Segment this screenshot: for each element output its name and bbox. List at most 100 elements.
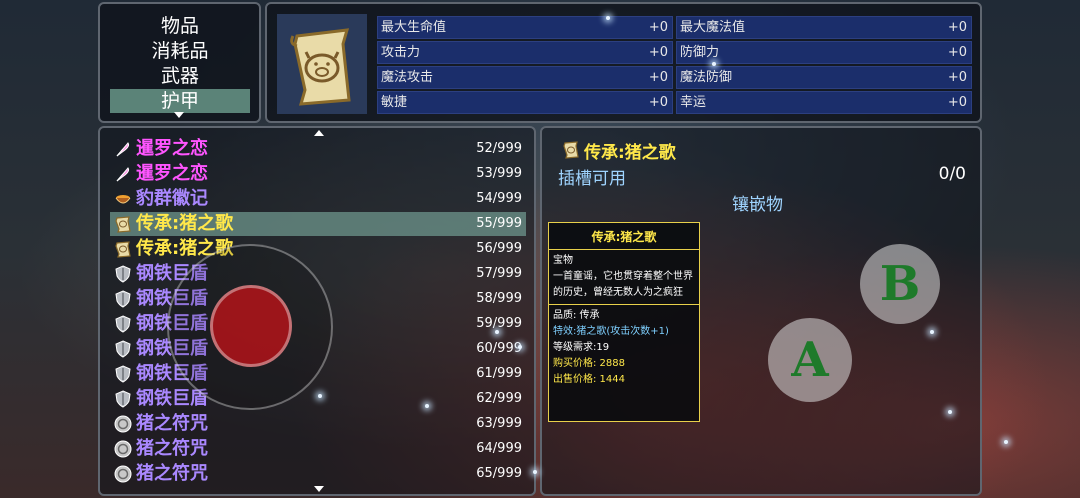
item-quantity: 55/999 <box>476 216 522 231</box>
stat-value: +0 <box>947 95 967 110</box>
item-quantity: 59/999 <box>476 316 522 331</box>
bowl-icon <box>114 190 132 208</box>
stat-value: +0 <box>947 45 967 60</box>
stat-label: 魔法攻击 <box>381 70 434 85</box>
item-quantity: 56/999 <box>476 241 522 256</box>
socket-count: 0/0 <box>938 164 966 184</box>
sparkle <box>518 345 522 349</box>
shield-icon <box>114 265 132 283</box>
item-name: 暹罗之恋 <box>136 163 208 184</box>
item-quantity: 58/999 <box>476 291 522 306</box>
tooltip-quality: 品质: 传承 <box>553 310 600 321</box>
stat-magic-defense: 魔法防御 +0 <box>676 66 972 89</box>
tooltip-sell-price: 出售价格: 1444 <box>553 374 625 385</box>
sparkle <box>948 410 952 414</box>
sparkle <box>318 394 322 398</box>
shield-icon <box>114 315 132 333</box>
sparkle <box>606 16 610 20</box>
item-row[interactable]: 钢铁巨盾 62/999 <box>110 387 526 411</box>
coin-icon <box>114 415 132 433</box>
list-scroll-up-icon[interactable] <box>314 130 324 136</box>
inlay-label: 镶嵌物 <box>732 195 783 215</box>
tooltip-description: 一首童谣，它也贯穿着整个世界的历史，曾经无数人为之疯狂 <box>553 271 693 298</box>
item-row[interactable]: 猪之符咒 65/999 <box>110 462 526 486</box>
item-quantity: 65/999 <box>476 466 522 481</box>
stat-value: +0 <box>648 95 668 110</box>
stat-label: 最大生命值 <box>381 20 447 35</box>
item-tooltip: 传承:猪之歌 宝物 一首童谣，它也贯穿着整个世界的历史，曾经无数人为之疯狂 品质… <box>548 222 700 422</box>
stat-max-mp: 最大魔法值 +0 <box>676 16 972 39</box>
stat-magic-attack: 魔法攻击 +0 <box>377 66 673 89</box>
category-armor[interactable]: 护甲 <box>110 89 250 113</box>
tooltip-level-requirement: 等级需求:19 <box>553 342 610 353</box>
category-scroll-down-icon[interactable] <box>174 112 184 118</box>
socket-available-label: 插槽可用 <box>558 169 626 189</box>
item-quantity: 61/999 <box>476 366 522 381</box>
scroll-icon <box>114 240 132 258</box>
item-quantity: 53/999 <box>476 166 522 181</box>
feather-icon <box>114 165 132 183</box>
stats-panel: 最大生命值 +0 攻击力 +0 魔法攻击 +0 敏捷 +0 最大魔法值 +0 防… <box>265 2 982 123</box>
stat-defense: 防御力 +0 <box>676 41 972 64</box>
coin-icon <box>114 440 132 458</box>
item-name: 猪之符咒 <box>136 438 208 459</box>
stat-label: 敏捷 <box>381 95 408 110</box>
stat-value: +0 <box>947 70 967 85</box>
tooltip-buy-price: 购买价格: 2888 <box>553 358 625 369</box>
a-button[interactable]: A <box>768 318 852 402</box>
item-row[interactable]: 暹罗之恋 53/999 <box>110 162 526 186</box>
feather-icon <box>114 140 132 158</box>
category-items[interactable]: 物品 <box>110 14 250 38</box>
scroll-icon <box>562 140 580 160</box>
sparkle <box>930 330 934 334</box>
stat-label: 攻击力 <box>381 45 421 60</box>
sparkle <box>712 62 716 66</box>
item-name: 传承:猪之歌 <box>136 213 234 234</box>
stat-label: 防御力 <box>680 45 720 60</box>
item-quantity: 60/999 <box>476 341 522 356</box>
item-name: 暹罗之恋 <box>136 138 208 159</box>
item-row[interactable]: 猪之符咒 63/999 <box>110 412 526 436</box>
item-row[interactable]: 传承:猪之歌 56/999 <box>110 237 526 261</box>
item-quantity: 63/999 <box>476 416 522 431</box>
stat-value: +0 <box>947 20 967 35</box>
tooltip-effect: 特效:猪之歌(攻击次数+1) <box>553 326 669 337</box>
tooltip-title: 传承:猪之歌 <box>591 230 657 244</box>
tooltip-divider <box>549 304 699 305</box>
scroll-icon <box>114 215 132 233</box>
item-row[interactable]: 传承:猪之歌 55/999 <box>110 212 526 236</box>
stat-agility: 敏捷 +0 <box>377 91 673 114</box>
item-row[interactable]: 豹群徽记 54/999 <box>110 187 526 211</box>
shield-icon <box>114 390 132 408</box>
sparkle <box>533 470 537 474</box>
category-weapons[interactable]: 武器 <box>110 64 250 88</box>
sparkle <box>425 404 429 408</box>
item-name: 豹群徽记 <box>136 188 208 209</box>
stat-label: 魔法防御 <box>680 70 733 85</box>
item-name: 猪之符咒 <box>136 413 208 434</box>
item-quantity: 54/999 <box>476 191 522 206</box>
item-quantity: 57/999 <box>476 266 522 281</box>
tooltip-type: 宝物 <box>553 255 573 266</box>
item-scroll-icon <box>277 14 367 114</box>
coin-icon <box>114 465 132 483</box>
stat-value: +0 <box>648 20 668 35</box>
joystick-knob[interactable] <box>210 285 292 367</box>
stat-value: +0 <box>648 70 668 85</box>
stat-value: +0 <box>648 45 668 60</box>
item-row[interactable]: 暹罗之恋 52/999 <box>110 137 526 161</box>
b-button[interactable]: B <box>860 244 940 324</box>
stat-label: 最大魔法值 <box>680 20 746 35</box>
item-quantity: 64/999 <box>476 441 522 456</box>
tooltip-divider <box>549 249 699 250</box>
stat-max-hp: 最大生命值 +0 <box>377 16 673 39</box>
item-quantity: 52/999 <box>476 141 522 156</box>
item-row[interactable]: 猪之符咒 64/999 <box>110 437 526 461</box>
shield-icon <box>114 365 132 383</box>
category-consumables[interactable]: 消耗品 <box>110 39 250 63</box>
sparkle <box>495 330 499 334</box>
stat-label: 幸运 <box>680 95 707 110</box>
list-scroll-down-icon[interactable] <box>314 486 324 492</box>
item-name: 猪之符咒 <box>136 463 208 484</box>
shield-icon <box>114 290 132 308</box>
